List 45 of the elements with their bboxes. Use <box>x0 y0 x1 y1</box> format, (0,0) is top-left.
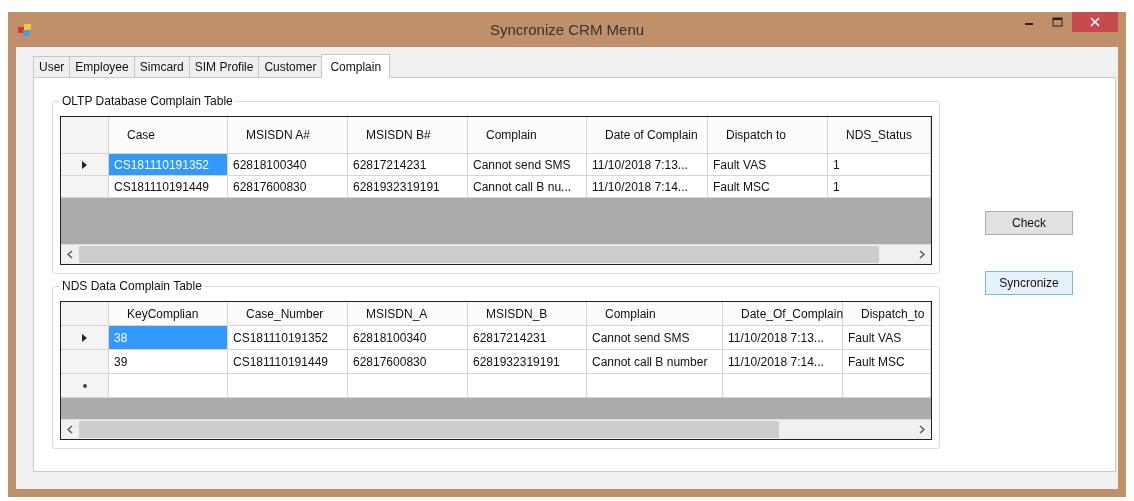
data-grid[interactable] <box>60 301 932 440</box>
scroll-left-icon[interactable] <box>67 425 73 434</box>
row-header[interactable] <box>61 154 109 176</box>
group-title: NDS Data Complain Table <box>60 279 204 293</box>
column-header[interactable]: NDS_Status <box>828 117 931 154</box>
column-header[interactable]: KeyComplian <box>109 302 228 326</box>
column-header[interactable]: Case <box>109 117 228 154</box>
row-header[interactable] <box>61 350 109 374</box>
close-icon <box>1090 17 1100 27</box>
row-header[interactable] <box>61 326 109 350</box>
header-corner <box>61 117 109 154</box>
tab[interactable]: Employee <box>69 56 135 77</box>
app-icon <box>18 23 32 36</box>
column-header[interactable]: MSISDN A# <box>228 117 348 154</box>
column-header[interactable]: MSISDN B# <box>348 117 468 154</box>
scroll-thumb[interactable] <box>79 246 879 263</box>
table-cell: CS181110191352 <box>109 154 228 176</box>
maximize-icon <box>1052 17 1063 27</box>
column-header[interactable]: Date of Complain <box>587 117 708 154</box>
close-button[interactable] <box>1072 12 1118 32</box>
column-header[interactable]: Date_Of_Complain <box>723 302 843 326</box>
scroll-thumb[interactable] <box>79 421 779 438</box>
action-button[interactable]: Check <box>985 211 1073 235</box>
tab[interactable]: Complain <box>321 54 391 78</box>
table-cell: 38 <box>109 326 228 350</box>
column-header[interactable]: Complain <box>468 117 587 154</box>
window-title: Syncronize CRM Menu <box>489 21 645 38</box>
row-header[interactable] <box>61 374 109 398</box>
scroll-right-icon[interactable] <box>919 425 925 434</box>
horizontal-scrollbar[interactable] <box>61 419 931 439</box>
tab[interactable]: User <box>33 56 71 77</box>
scroll-right-icon[interactable] <box>919 250 925 259</box>
column-header[interactable]: Dispatch_to <box>843 302 931 326</box>
column-header[interactable]: MSISDN_A <box>348 302 468 326</box>
column-header[interactable]: Dispatch to <box>708 117 828 154</box>
column-header[interactable]: Complain <box>587 302 723 326</box>
column-header[interactable]: Case_Number <box>228 302 348 326</box>
row-header[interactable] <box>61 176 109 198</box>
action-button[interactable]: Syncronize <box>985 271 1073 295</box>
scroll-left-icon[interactable] <box>67 250 73 259</box>
group-title: OLTP Database Complain Table <box>60 94 235 108</box>
column-header[interactable]: MSISDN_B <box>468 302 587 326</box>
header-corner <box>61 302 109 326</box>
horizontal-scrollbar[interactable] <box>61 244 931 264</box>
data-grid[interactable] <box>60 116 932 265</box>
